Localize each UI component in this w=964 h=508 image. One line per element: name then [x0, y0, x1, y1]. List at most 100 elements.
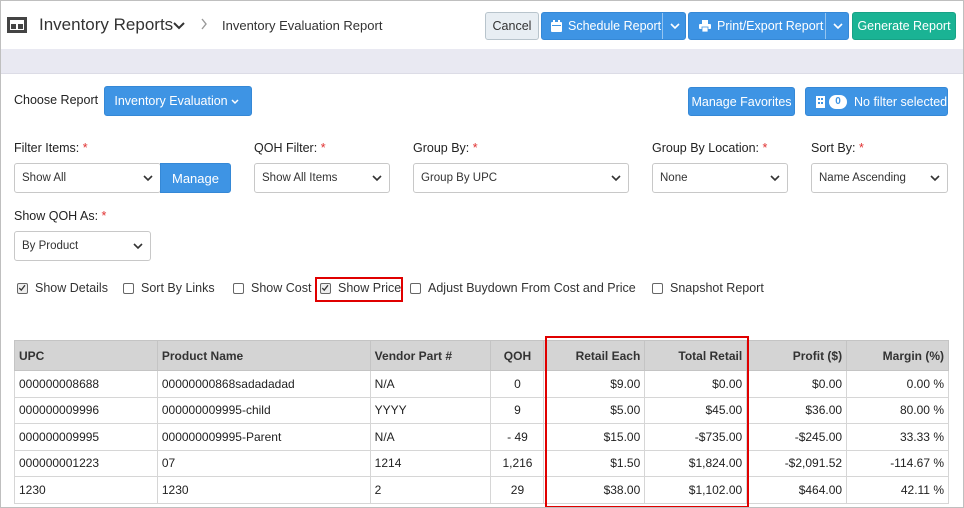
table-row: 000000009996 000000009995-child YYYY 9 $… — [14, 396, 949, 424]
generate-report-button[interactable]: Generate Report — [852, 12, 956, 40]
table-cell: 1,216 — [490, 449, 545, 477]
table-row: 1230 1230 2 29 $38.00 $1,102.00 $464.00 … — [14, 476, 949, 504]
chevron-down-icon — [930, 175, 940, 182]
table-cell: $36.00 — [746, 396, 848, 424]
table-header-row: UPC Product Name Vendor Part # QOH Retai… — [14, 340, 949, 371]
column-header[interactable]: Profit ($) — [746, 340, 848, 371]
calendar-icon — [551, 20, 562, 32]
manage-favorites-button[interactable]: Manage Favorites — [688, 87, 795, 116]
show-qoh-as-select[interactable]: By Product — [14, 231, 151, 261]
qoh-filter-select[interactable]: Show All Items — [254, 163, 390, 193]
table-cell: 07 — [156, 449, 371, 477]
sort-by-links-checkbox[interactable] — [123, 283, 134, 294]
header-band — [1, 49, 963, 73]
table-cell: 000000008688 — [14, 370, 158, 398]
chevron-down-icon — [832, 22, 843, 29]
adjust-buydown-label[interactable]: Adjust Buydown From Cost and Price — [428, 281, 636, 295]
sort-by-links-label[interactable]: Sort By Links — [141, 281, 215, 295]
breadcrumb: Inventory Evaluation Report — [222, 18, 383, 33]
print-dropdown-toggle[interactable] — [825, 13, 849, 39]
table-cell: -$2,091.52 — [746, 449, 848, 477]
chevron-down-icon — [143, 175, 153, 182]
report-table: UPC Product Name Vendor Part # QOH Retai… — [14, 340, 949, 504]
schedule-report-button[interactable]: Schedule Report — [541, 12, 686, 40]
table-cell: $0.00 — [746, 370, 848, 398]
qoh-filter-value: Show All Items — [262, 172, 338, 184]
show-cost-label[interactable]: Show Cost — [251, 281, 311, 295]
table-cell: 000000009995 — [14, 423, 158, 451]
group-by-value: Group By UPC — [421, 172, 498, 184]
table-cell: N/A — [369, 370, 492, 398]
schedule-dropdown-toggle[interactable] — [662, 13, 686, 39]
column-header[interactable]: UPC — [14, 340, 158, 371]
adjust-buydown-checkbox[interactable] — [410, 283, 421, 294]
printer-icon — [699, 20, 711, 33]
chevron-down-icon — [133, 243, 143, 250]
column-header[interactable]: Margin (%) — [846, 340, 949, 371]
snapshot-report-label[interactable]: Snapshot Report — [670, 281, 764, 295]
show-qoh-as-label: Show QOH As: * — [14, 209, 107, 223]
chevron-down-icon — [611, 175, 621, 182]
table-cell: 33.33 % — [846, 423, 949, 451]
inventory-icon — [7, 17, 27, 33]
table-cell: $464.00 — [746, 476, 848, 504]
top-header: Inventory Reports Inventory Evaluation R… — [1, 1, 963, 49]
group-by-location-select[interactable]: None — [652, 163, 788, 193]
group-by-select[interactable]: Group By UPC — [413, 163, 629, 193]
group-by-location-label: Group By Location: * — [652, 141, 768, 155]
checkmark-icon — [18, 284, 26, 292]
group-by-location-value: None — [660, 172, 688, 184]
sort-by-value: Name Ascending — [819, 172, 906, 184]
app-title[interactable]: Inventory Reports — [39, 15, 173, 35]
table-row: 000000001223 07 1214 1,216 $1.50 $1,824.… — [14, 449, 949, 477]
manage-filter-button[interactable]: Manage — [160, 163, 231, 193]
column-header[interactable]: Product Name — [156, 340, 371, 371]
show-price-highlight — [315, 277, 403, 302]
table-cell: 000000001223 — [14, 449, 158, 477]
filter-items-label: Filter Items: * — [14, 141, 88, 155]
filter-items-select[interactable]: Show All — [14, 163, 161, 193]
divider — [1, 73, 963, 74]
show-details-label[interactable]: Show Details — [35, 281, 108, 295]
cancel-button[interactable]: Cancel — [485, 12, 539, 40]
table-cell: -$245.00 — [746, 423, 848, 451]
show-cost-checkbox[interactable] — [233, 283, 244, 294]
sort-by-label: Sort By: * — [811, 141, 864, 155]
chevron-right-icon — [201, 18, 207, 30]
table-cell: 1214 — [369, 449, 492, 477]
table-cell: 0 — [490, 370, 545, 398]
table-cell: 2 — [369, 476, 492, 504]
column-header[interactable]: QOH — [490, 340, 545, 371]
chevron-down-icon — [231, 99, 239, 105]
table-cell: N/A — [369, 423, 492, 451]
choose-report-label: Choose Report — [14, 93, 99, 107]
report-type-label: Inventory Evaluation — [114, 94, 228, 108]
show-details-checkbox[interactable] — [17, 283, 28, 294]
table-cell-negative: -114.67 % — [846, 449, 949, 477]
schedule-report-label: Schedule Report — [568, 19, 662, 33]
print-export-button[interactable]: Print/Export Report — [688, 12, 849, 40]
table-cell: 80.00 % — [846, 396, 949, 424]
chevron-down-icon — [372, 175, 382, 182]
table-cell: 9 — [490, 396, 545, 424]
table-row: 000000008688 00000000868sadadadad N/A 0 … — [14, 370, 949, 398]
sort-by-select[interactable]: Name Ascending — [811, 163, 948, 193]
column-header[interactable]: Vendor Part # — [369, 340, 492, 371]
snapshot-report-checkbox[interactable] — [652, 283, 663, 294]
chevron-down-icon[interactable] — [173, 21, 185, 31]
filter-items-value: Show All — [22, 172, 67, 184]
filter-status-label: No filter selected — [854, 95, 948, 109]
building-icon — [816, 96, 825, 108]
table-row: 000000009995 000000009995-Parent N/A - 4… — [14, 423, 949, 451]
table-cell: 00000000868sadadadad — [156, 370, 371, 398]
table-cell: 42.11 % — [846, 476, 949, 504]
chevron-down-icon — [669, 22, 680, 29]
table-cell: 1230 — [156, 476, 371, 504]
table-cell: 0.00 % — [846, 370, 949, 398]
filter-status-button[interactable]: 0 No filter selected — [805, 87, 948, 116]
table-cell: YYYY — [369, 396, 492, 424]
table-cell: 1230 — [14, 476, 158, 504]
report-type-dropdown[interactable]: Inventory Evaluation — [104, 86, 252, 116]
group-by-label: Group By: * — [413, 141, 478, 155]
table-cell: 000000009996 — [14, 396, 158, 424]
